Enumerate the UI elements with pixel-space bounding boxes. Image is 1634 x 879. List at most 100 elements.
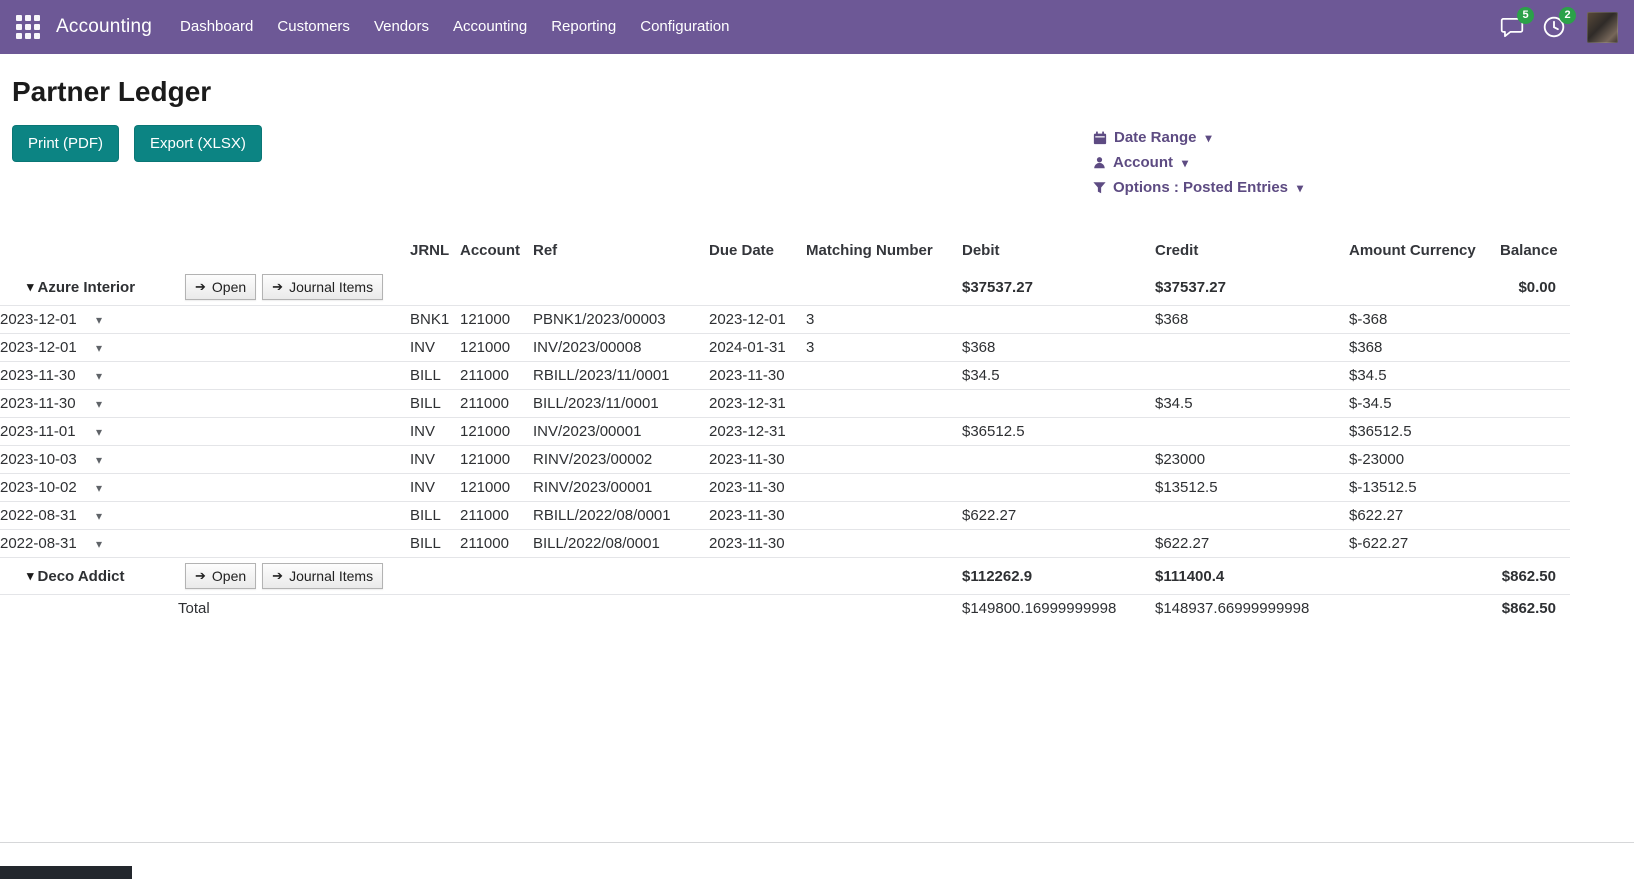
journal-entry-row: 2023-11-30▾BILL211000BILL/2023/11/000120… [0,390,1570,418]
column-header-ref: Ref [533,236,709,269]
activities-icon[interactable]: 2 [1541,14,1567,40]
cell-balance: $862.50 [1500,558,1570,595]
group-collapse-caret[interactable]: ▾ [27,279,34,295]
entry-date: 2023-11-30 [0,395,78,412]
entry-date: 2022-08-31 [0,535,78,552]
column-header-balance: Balance [1500,236,1570,269]
user-avatar[interactable] [1587,12,1618,43]
report-bottom-border [0,842,1634,843]
cell-debit: $368 [962,334,1155,362]
nav-item-dashboard[interactable]: Dashboard [168,0,265,54]
entry-dropdown-caret[interactable]: ▾ [96,425,102,439]
nav-item-customers[interactable]: Customers [265,0,362,54]
date-range-filter[interactable]: Date Range ▾ [1093,126,1303,149]
cell-account: 211000 [460,390,533,418]
cell-account [460,595,533,623]
entry-dropdown-caret[interactable]: ▾ [96,397,102,411]
messages-icon[interactable]: 5 [1499,14,1525,40]
cell-ref: RBILL/2023/11/0001 [533,362,709,390]
options-filter-label: Options : Posted Entries [1113,179,1288,196]
caret-down-icon: ▾ [1297,181,1303,195]
caret-down-icon: ▾ [1182,156,1188,170]
cell-debit [962,390,1155,418]
entry-date: 2023-10-03 [0,451,78,468]
cell-due-date: 2023-12-31 [709,418,806,446]
cell-ref: BILL/2023/11/0001 [533,390,709,418]
apps-menu-icon[interactable] [16,15,40,39]
cell-balance [1500,306,1570,334]
cell-date: 2023-10-02 ▾ [0,474,410,502]
cell-jrnl: BILL [410,362,460,390]
entry-dropdown-caret[interactable]: ▾ [96,341,102,355]
entry-date: 2023-11-30 [0,367,78,384]
print-pdf-button[interactable]: Print (PDF) [12,125,119,162]
ledger-table-body: ▾Azure Interior➔Open➔Journal Items$37537… [0,269,1570,622]
cell-account [460,558,533,595]
activities-badge: 2 [1559,7,1576,24]
cell-jrnl: INV [410,334,460,362]
entry-date: 2023-10-02 [0,479,78,496]
entry-dropdown-caret[interactable]: ▾ [96,509,102,523]
cell-account: 121000 [460,306,533,334]
cell-account: 121000 [460,474,533,502]
cell-matching-number: 3 [806,334,962,362]
entry-dropdown-caret[interactable]: ▾ [96,537,102,551]
group-collapse-caret[interactable]: ▾ [27,568,34,584]
journal-items-button[interactable]: ➔Journal Items [262,274,383,300]
user-icon [1093,156,1106,169]
cell-debit [962,530,1155,558]
cell-due-date [709,269,806,306]
open-partner-button[interactable]: ➔Open [185,563,256,589]
cell-amount-currency [1349,558,1500,595]
cell-amount-currency: $-34.5 [1349,390,1500,418]
open-button-label: Open [212,278,246,296]
nav-item-vendors[interactable]: Vendors [362,0,441,54]
cell-matching-number [806,362,962,390]
entry-date: 2023-12-01 [0,311,78,328]
cell-due-date: 2023-11-30 [709,530,806,558]
cell-credit: $111400.4 [1155,558,1349,595]
entry-dropdown-caret[interactable]: ▾ [96,453,102,467]
cell-credit: $37537.27 [1155,269,1349,306]
cell-due-date: 2023-11-30 [709,446,806,474]
entry-dropdown-caret[interactable]: ▾ [96,313,102,327]
account-filter[interactable]: Account ▾ [1093,151,1303,174]
calendar-icon [1093,131,1107,145]
cell-credit [1155,502,1349,530]
cell-amount-currency: $368 [1349,334,1500,362]
cell-balance: $862.50 [1500,595,1570,623]
entry-dropdown-caret[interactable]: ▾ [96,369,102,383]
cell-credit: $13512.5 [1155,474,1349,502]
cell-amount-currency [1349,269,1500,306]
nav-item-configuration[interactable]: Configuration [628,0,741,54]
options-filter[interactable]: Options : Posted Entries ▾ [1093,176,1303,199]
cell-jrnl [410,558,460,595]
cell-credit: $622.27 [1155,530,1349,558]
open-partner-button[interactable]: ➔ Open [185,274,256,300]
cell-account: 121000 [460,334,533,362]
date-range-filter-label: Date Range [1114,129,1197,146]
cell-account: 211000 [460,502,533,530]
cell-partner: ▾Azure Interior ➔ Open ➔Journal Items [0,269,410,306]
export-xlsx-button[interactable]: Export (XLSX) [134,125,262,162]
nav-item-reporting[interactable]: Reporting [539,0,628,54]
entry-dropdown-caret[interactable]: ▾ [96,481,102,495]
cell-amount-currency: $-13512.5 [1349,474,1500,502]
cell-account: 211000 [460,362,533,390]
arrow-right-icon: ➔ [195,278,206,296]
page-title: Partner Ledger [12,74,1634,110]
nav-item-accounting[interactable]: Accounting [441,0,539,54]
app-name[interactable]: Accounting [56,16,152,38]
cell-matching-number [806,390,962,418]
cell-due-date: 2023-12-31 [709,390,806,418]
partner-name: Azure Interior [38,279,136,296]
journal-entry-row: 2023-11-30▾BILL211000RBILL/2023/11/00012… [0,362,1570,390]
journal-items-button[interactable]: ➔Journal Items [262,563,383,589]
cell-balance [1500,502,1570,530]
cell-credit: $23000 [1155,446,1349,474]
journal-entry-row: 2023-12-01▾INV121000INV/2023/000082024-0… [0,334,1570,362]
column-header-matching-number: Matching Number [806,236,962,269]
cell-ref: PBNK1/2023/00003 [533,306,709,334]
cell-date: 2023-11-30 ▾ [0,390,410,418]
cell-balance [1500,390,1570,418]
